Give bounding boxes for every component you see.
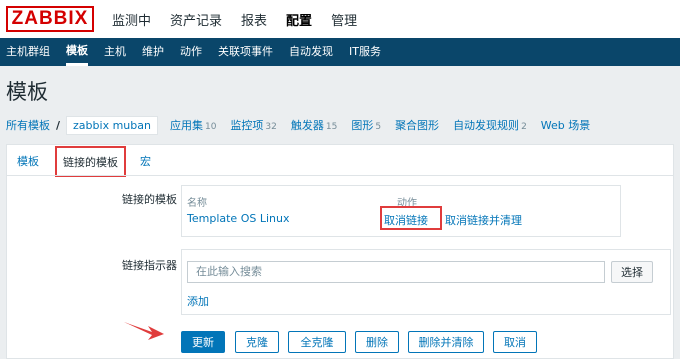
- submenu-hosts[interactable]: 主机: [104, 38, 126, 66]
- breadcrumb-count: 2: [521, 122, 527, 132]
- form-tabs: 模板 链接的模板 宏: [7, 145, 167, 177]
- breadcrumb-triggers[interactable]: 触发器 15: [291, 117, 337, 133]
- breadcrumb-label: 触发器: [290, 119, 324, 132]
- top-bar: ZABBIX 监测中 资产记录 报表 配置 管理: [0, 0, 680, 38]
- unlink-link[interactable]: 取消链接: [384, 212, 428, 228]
- linked-templates-label: 链接的模板: [122, 193, 177, 206]
- breadcrumb-items[interactable]: 监控项 32: [230, 117, 276, 133]
- breadcrumb-label: 图形: [351, 119, 374, 132]
- menu-administration[interactable]: 管理: [331, 10, 357, 29]
- breadcrumb-count: 32: [265, 122, 277, 132]
- breadcrumb-label: 监控项: [230, 119, 264, 132]
- tab-macros[interactable]: 宏: [140, 153, 157, 175]
- submenu-host-groups[interactable]: 主机群组: [6, 38, 50, 66]
- delete-button[interactable]: 删除: [355, 331, 399, 353]
- update-button[interactable]: 更新: [181, 331, 225, 353]
- breadcrumb-label: 应用集: [169, 119, 203, 132]
- breadcrumb-web-scenarios[interactable]: Web 场景: [541, 117, 590, 133]
- menu-reports[interactable]: 报表: [241, 10, 267, 29]
- breadcrumb-count: 10: [204, 122, 217, 132]
- menu-inventory[interactable]: 资产记录: [170, 10, 222, 29]
- unlink-and-clear-link[interactable]: 取消链接并清理: [445, 212, 522, 228]
- main-menu: 监测中 资产记录 报表 配置 管理: [112, 0, 376, 38]
- breadcrumb-label: 自动发现规则: [453, 119, 520, 132]
- delete-and-clear-button[interactable]: 删除并清除: [408, 331, 484, 353]
- breadcrumb-label: Web 场景: [540, 119, 591, 132]
- breadcrumb-count: 5: [375, 122, 382, 132]
- breadcrumb-all-templates[interactable]: 所有模板: [6, 117, 50, 133]
- sub-menu: 主机群组 模板 主机 维护 动作 关联项事件 自动发现 IT服务: [0, 38, 680, 66]
- breadcrumb-label: 聚合图形: [395, 119, 440, 132]
- menu-configuration[interactable]: 配置: [286, 10, 312, 29]
- add-link[interactable]: 添加: [187, 293, 209, 309]
- submenu-it-services[interactable]: IT服务: [349, 38, 381, 66]
- tab-template[interactable]: 模板: [17, 153, 45, 175]
- breadcrumb-separator: /: [56, 118, 61, 132]
- submenu-discovery[interactable]: 自动发现: [289, 38, 333, 66]
- linked-template-name[interactable]: Template OS Linux: [187, 212, 289, 225]
- submenu-templates[interactable]: 模板: [66, 38, 88, 66]
- select-button[interactable]: 选择: [611, 261, 653, 283]
- template-form-panel: 模板 链接的模板 宏 链接的模板 名称 动作 Template OS Linux…: [6, 144, 674, 359]
- cancel-button[interactable]: 取消: [493, 331, 537, 353]
- tab-divider: [7, 175, 673, 176]
- zabbix-logo[interactable]: ZABBIX: [6, 6, 94, 32]
- submenu-maintenance[interactable]: 维护: [142, 38, 164, 66]
- breadcrumb-graphs[interactable]: 图形 5: [351, 117, 381, 133]
- link-indicator-label: 链接指示器: [122, 259, 177, 272]
- breadcrumb-current-template[interactable]: zabbix muban: [66, 115, 158, 135]
- breadcrumb-count: 15: [325, 122, 338, 132]
- breadcrumb-screens[interactable]: 聚合图形: [395, 117, 439, 133]
- template-search-input[interactable]: 在此输入搜索: [187, 261, 605, 283]
- full-clone-button[interactable]: 全克隆: [288, 331, 346, 353]
- breadcrumb-applications[interactable]: 应用集 10: [170, 117, 216, 133]
- tab-linked-templates[interactable]: 链接的模板: [55, 146, 126, 177]
- column-header-name: 名称: [187, 198, 207, 209]
- breadcrumb: 所有模板 / zabbix muban 应用集 10 监控项 32 触发器 15 图形…: [6, 114, 604, 136]
- menu-monitoring[interactable]: 监测中: [112, 10, 151, 29]
- breadcrumb-discovery-rules[interactable]: 自动发现规则 2: [453, 117, 527, 133]
- page-title: 模板: [6, 80, 48, 104]
- submenu-event-correlation[interactable]: 关联项事件: [218, 38, 273, 66]
- arrow-pointer-icon: [124, 322, 164, 340]
- clone-button[interactable]: 克隆: [235, 331, 279, 353]
- submenu-actions[interactable]: 动作: [180, 38, 202, 66]
